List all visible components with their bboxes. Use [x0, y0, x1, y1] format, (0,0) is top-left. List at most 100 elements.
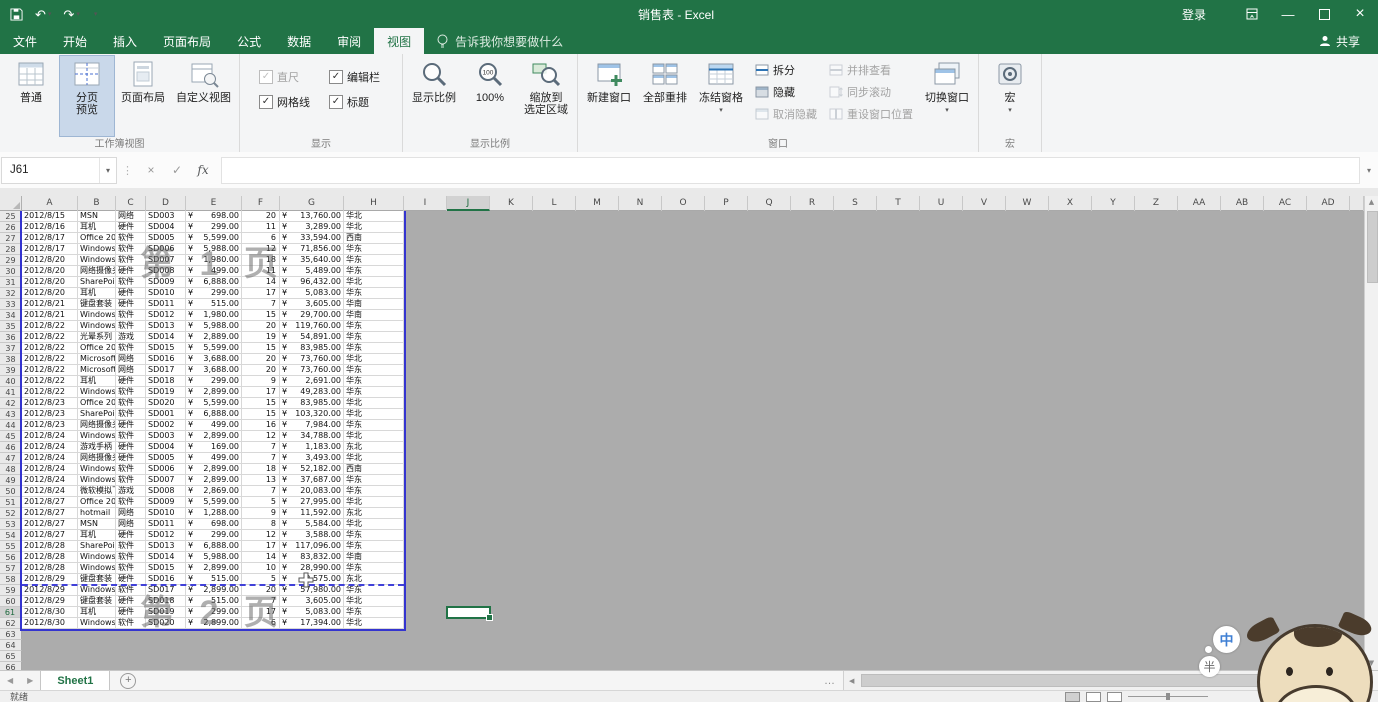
cell[interactable]: SD017 [146, 365, 186, 376]
select-all-corner[interactable] [0, 196, 22, 211]
cell[interactable]: SD013 [146, 321, 186, 332]
tab-data[interactable]: 数据 [274, 28, 324, 54]
cell[interactable]: 6 [242, 233, 280, 244]
cell[interactable]: ¥5,584.00 [280, 519, 344, 530]
cell[interactable]: SD011 [146, 519, 186, 530]
cell[interactable]: 16 [242, 420, 280, 431]
cell[interactable]: 2012/8/27 [22, 508, 78, 519]
cell[interactable]: ¥5,599.00 [186, 343, 242, 354]
name-box[interactable]: J61 ▾ [1, 157, 117, 184]
cell[interactable]: ¥299.00 [186, 376, 242, 387]
column-header-O[interactable]: O [662, 196, 705, 211]
cell[interactable]: SD004 [146, 222, 186, 233]
cell[interactable]: 光晕系列 [78, 332, 116, 343]
cell[interactable]: 11 [242, 266, 280, 277]
cell[interactable]: 耳机 [78, 222, 116, 233]
column-header-X[interactable]: X [1049, 196, 1092, 211]
row-header-65[interactable]: 65 [0, 651, 22, 662]
cell[interactable]: 软件 [116, 563, 146, 574]
cell[interactable]: 网络 [116, 519, 146, 530]
cell[interactable]: ¥3,605.00 [280, 596, 344, 607]
cell[interactable]: ¥6,888.00 [186, 409, 242, 420]
cell[interactable]: 2012/8/22 [22, 332, 78, 343]
formula-bar-checkbox[interactable]: ✓编辑栏 [329, 64, 393, 89]
cell[interactable]: 华东 [344, 244, 404, 255]
cell[interactable]: ¥1,288.00 [186, 508, 242, 519]
customize-quick-access-button[interactable]: ▾ [92, 11, 98, 18]
column-header-I[interactable]: I [404, 196, 447, 211]
cell[interactable]: SD010 [146, 508, 186, 519]
cell[interactable]: 华南 [344, 552, 404, 563]
cell[interactable]: ¥27,995.00 [280, 497, 344, 508]
cell[interactable]: 软件 [116, 321, 146, 332]
cell[interactable]: 硬件 [116, 288, 146, 299]
row-header-46[interactable]: 46 [0, 442, 22, 453]
cell[interactable]: 软件 [116, 409, 146, 420]
cell[interactable]: 2012/8/20 [22, 255, 78, 266]
row-header-41[interactable]: 41 [0, 387, 22, 398]
column-header-overflow[interactable] [1350, 196, 1364, 211]
share-button[interactable]: 共享 [1301, 28, 1378, 54]
cell[interactable]: 软件 [116, 244, 146, 255]
column-header-AB[interactable]: AB [1221, 196, 1264, 211]
cell[interactable]: ¥1,980.00 [186, 255, 242, 266]
headings-checkbox[interactable]: ✓标题 [329, 89, 393, 114]
cell[interactable]: 华北 [344, 398, 404, 409]
column-header-AD[interactable]: AD [1307, 196, 1350, 211]
cell[interactable]: 软件 [116, 387, 146, 398]
cell[interactable]: ¥299.00 [186, 222, 242, 233]
cell[interactable]: 2012/8/24 [22, 475, 78, 486]
hide-button[interactable]: 隐藏 [752, 82, 820, 101]
cell[interactable]: SD003 [146, 431, 186, 442]
cell[interactable]: 华北 [344, 596, 404, 607]
page-layout-view-shortcut[interactable] [1086, 692, 1101, 702]
row-header-38[interactable]: 38 [0, 354, 22, 365]
cell[interactable]: Windows 8 [78, 475, 116, 486]
cell[interactable]: SD001 [146, 409, 186, 420]
cell[interactable]: 18 [242, 464, 280, 475]
cell[interactable]: 网络 [116, 211, 146, 222]
cell[interactable]: hotmail [78, 508, 116, 519]
row-header-62[interactable]: 62 [0, 618, 22, 629]
tab-scrollbar-splitter[interactable]: … [824, 675, 843, 687]
cell[interactable]: ¥5,489.00 [280, 266, 344, 277]
cell[interactable]: 2012/8/23 [22, 398, 78, 409]
cell[interactable]: 软件 [116, 343, 146, 354]
cell[interactable]: ¥2,899.00 [186, 387, 242, 398]
row-header-58[interactable]: 58 [0, 574, 22, 585]
cell[interactable]: ¥169.00 [186, 442, 242, 453]
cell[interactable]: 2012/8/21 [22, 310, 78, 321]
tab-formulas[interactable]: 公式 [224, 28, 274, 54]
cell[interactable]: ¥1,980.00 [186, 310, 242, 321]
cell[interactable]: Windows 8 [78, 618, 116, 629]
sign-in-button[interactable]: 登录 [1182, 6, 1206, 23]
cell[interactable]: 网络 [116, 354, 146, 365]
cell[interactable]: ¥3,588.00 [280, 530, 344, 541]
new-window-button[interactable]: 新建窗口 [581, 55, 637, 137]
cell[interactable]: 软件 [116, 541, 146, 552]
scroll-up-icon[interactable]: ▲ [1365, 196, 1378, 209]
reset-window-position-button[interactable]: 重设窗口位置 [826, 104, 916, 123]
cell[interactable]: 微软模拟飞 [78, 486, 116, 497]
cell[interactable]: 耳机 [78, 376, 116, 387]
cell[interactable]: ¥499.00 [186, 420, 242, 431]
cell[interactable]: 19 [242, 332, 280, 343]
cell[interactable]: SD019 [146, 387, 186, 398]
cell[interactable]: SD019 [146, 607, 186, 618]
cell[interactable]: ¥3,688.00 [186, 354, 242, 365]
row-header-39[interactable]: 39 [0, 365, 22, 376]
cell[interactable]: 14 [242, 552, 280, 563]
cell[interactable]: 华东 [344, 321, 404, 332]
cell[interactable]: 12 [242, 431, 280, 442]
cell[interactable]: ¥2,899.00 [186, 431, 242, 442]
cell[interactable]: ¥515.00 [186, 299, 242, 310]
cell[interactable]: 2012/8/29 [22, 596, 78, 607]
cell[interactable]: 20 [242, 211, 280, 222]
cell[interactable]: 华东 [344, 255, 404, 266]
cell[interactable]: 软件 [116, 464, 146, 475]
cell[interactable]: ¥83,985.00 [280, 398, 344, 409]
row-header-47[interactable]: 47 [0, 453, 22, 464]
cell[interactable]: 键盘套装 [78, 596, 116, 607]
cell[interactable]: SD012 [146, 310, 186, 321]
cell[interactable]: ¥3,493.00 [280, 453, 344, 464]
